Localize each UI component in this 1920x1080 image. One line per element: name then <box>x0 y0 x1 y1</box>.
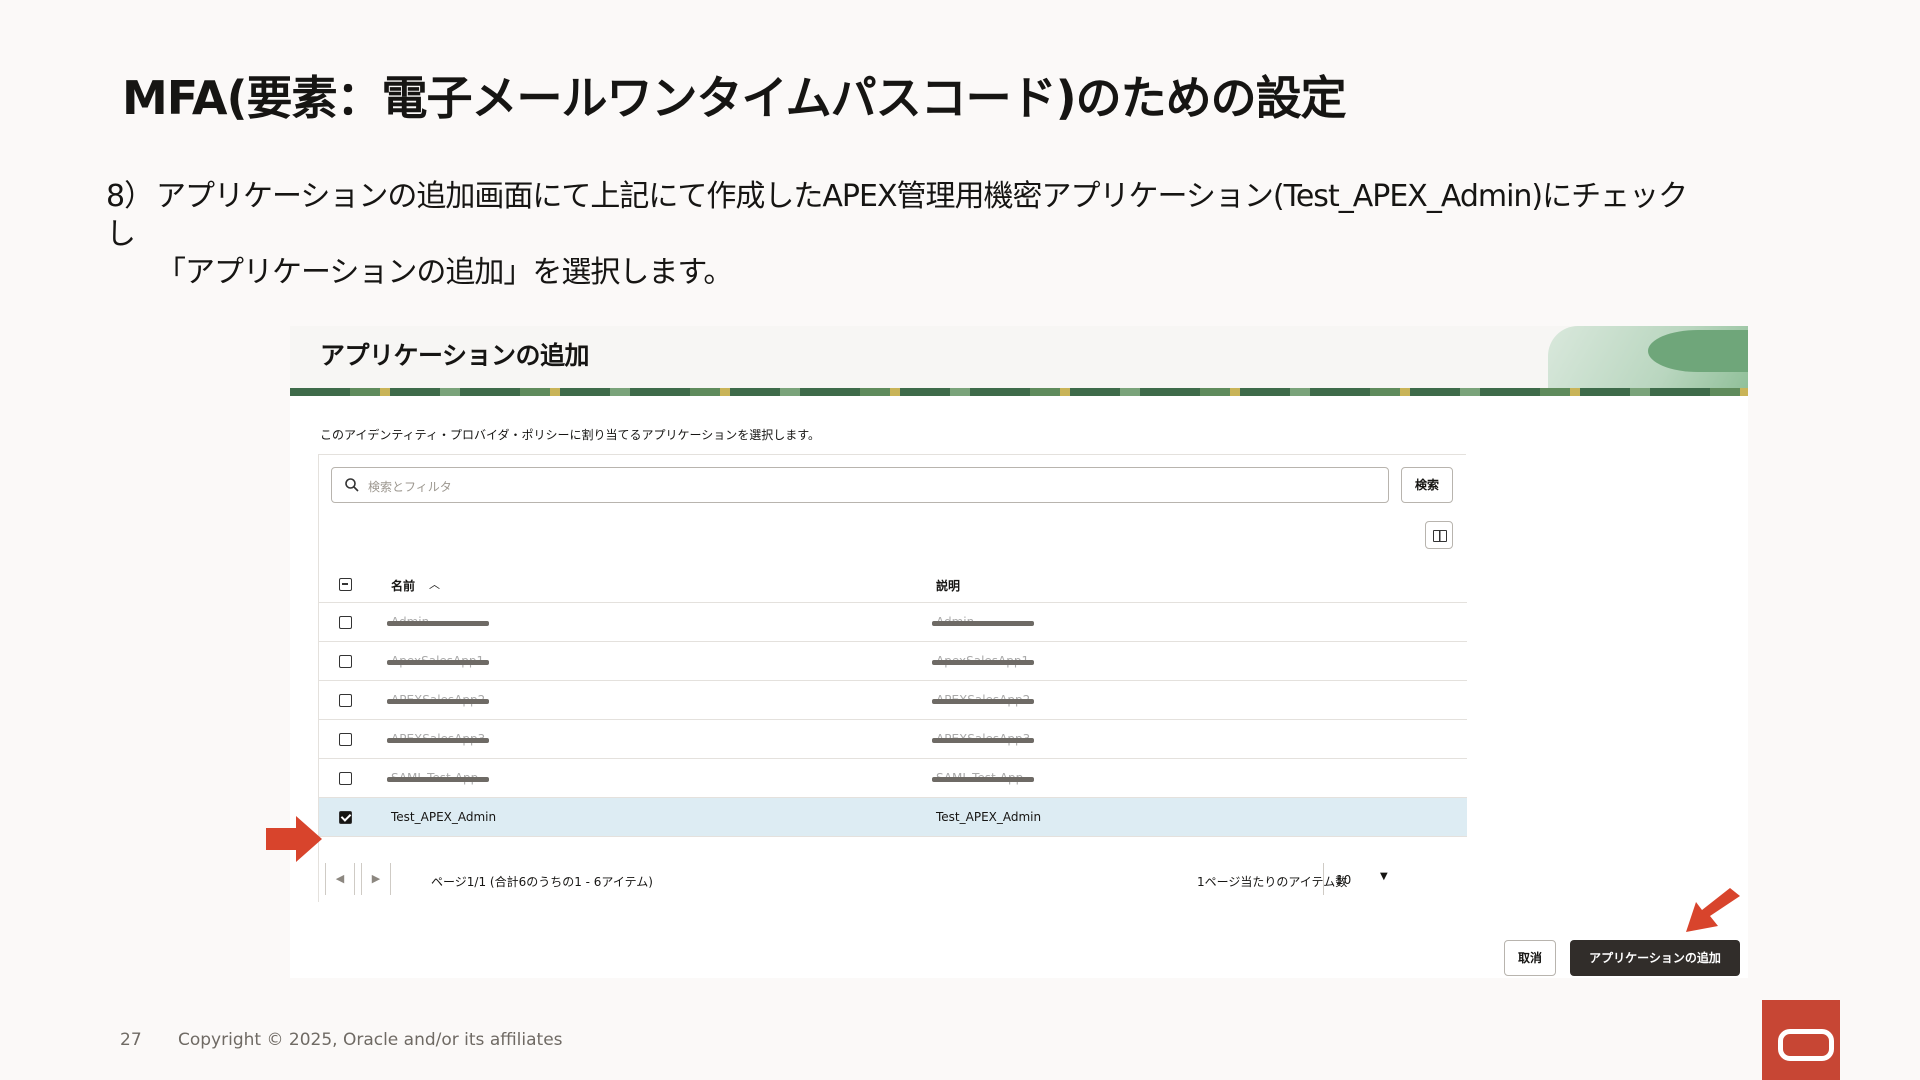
table-row[interactable]: APEXSalesApp2 APEXSalesApp2 <box>319 681 1467 720</box>
items-per-page-value: 10 <box>1336 873 1352 887</box>
application-table: 名前 ︿ 説明 Admin Admin ApexSalesApp1 ApexSales… <box>319 565 1467 837</box>
arrow-right-icon <box>266 816 322 862</box>
prev-page-button[interactable]: ◀ <box>325 863 355 895</box>
table-row[interactable]: Admin Admin <box>319 603 1467 642</box>
cell-name: APEXSalesApp2 <box>386 693 490 707</box>
dialog-intro: このアイデンティティ・プロバイダ・ポリシーに割り当てるアプリケーションを選択しま… <box>320 428 821 442</box>
sort-ascending-icon[interactable]: ︿ <box>429 576 440 592</box>
cancel-button[interactable]: 取消 <box>1504 940 1556 976</box>
search-button[interactable]: 検索 <box>1401 467 1453 503</box>
row-checkbox[interactable] <box>339 733 352 746</box>
row-checkbox[interactable] <box>339 772 352 785</box>
step-instruction: 8）アプリケーションの追加画面にて上記にて作成したAPEX管理用機密アプリケーシ… <box>106 178 1706 292</box>
column-header-description: 説明 <box>936 579 961 593</box>
search-input[interactable]: 検索とフィルタ <box>331 467 1389 503</box>
cell-description: Test_APEX_Admin <box>936 810 1042 824</box>
header-decoration <box>1548 326 1748 394</box>
step-line-1: アプリケーションの追加画面にて上記にて作成したAPEX管理用機密アプリケーション… <box>106 179 1688 252</box>
decoration-shape <box>1648 330 1748 372</box>
step-line-2: 「アプリケーションの追加」を選択します。 <box>156 255 733 290</box>
page-info: ページ1/1 (合計6のうちの1 - 6アイテム) <box>431 875 653 889</box>
cell-description: SAML-Test-App <box>931 771 1035 785</box>
row-checkbox[interactable] <box>339 616 352 629</box>
column-header-name[interactable]: 名前 <box>391 577 415 594</box>
copyright-text: Copyright © 2025, Oracle and/or its affi… <box>178 1030 563 1050</box>
table-body: Admin Admin ApexSalesApp1 ApexSalesApp1 APEX… <box>319 603 1467 837</box>
header-banner <box>290 388 1748 396</box>
page-number: 27 <box>120 1030 142 1050</box>
row-checkbox[interactable] <box>339 655 352 668</box>
table-header: 名前 ︿ 説明 <box>319 565 1467 603</box>
cell-name: SAML-Test-App <box>386 771 490 785</box>
select-all-checkbox[interactable] <box>339 578 352 591</box>
cell-name: Admin <box>386 615 490 629</box>
cell-name: Test_APEX_Admin <box>391 810 497 824</box>
cell-description: APEXSalesApp3 <box>931 732 1035 746</box>
arrow-down-left-icon <box>1686 888 1740 932</box>
table-row[interactable]: ApexSalesApp1 ApexSalesApp1 <box>319 642 1467 681</box>
items-per-page-select[interactable]: 10 ▼ <box>1323 863 1403 895</box>
table-row[interactable]: APEXSalesApp3 APEXSalesApp3 <box>319 720 1467 759</box>
next-page-button[interactable]: ▶ <box>361 863 391 895</box>
row-checkbox[interactable] <box>339 811 352 824</box>
search-placeholder: 検索とフィルタ <box>368 480 452 494</box>
step-number: 8） <box>106 179 154 214</box>
table-row[interactable]: SAML-Test-App SAML-Test-App <box>319 759 1467 798</box>
dialog-title: アプリケーションの追加 <box>320 341 590 370</box>
screenshot-panel: アプリケーションの追加 このアイデンティティ・プロバイダ・ポリシーに割り当てるア… <box>290 326 1748 978</box>
cell-name: APEXSalesApp3 <box>386 732 490 746</box>
dialog-header: アプリケーションの追加 <box>290 326 1748 394</box>
cell-description: APEXSalesApp2 <box>931 693 1035 707</box>
slide-title: MFA(要素：電子メールワンタイムパスコード)のための設定 <box>122 71 1347 125</box>
pagination-bar: ◀ ▶ ページ1/1 (合計6のうちの1 - 6アイテム) 1ページ当たりのアイ… <box>319 855 1467 903</box>
row-checkbox[interactable] <box>339 694 352 707</box>
table-row[interactable]: Test_APEX_Admin Test_APEX_Admin <box>319 798 1467 837</box>
add-application-button[interactable]: アプリケーションの追加 <box>1570 940 1740 976</box>
column-selector-icon[interactable] <box>1425 521 1453 549</box>
cell-description: ApexSalesApp1 <box>931 654 1035 668</box>
application-list-card: 検索とフィルタ 検索 名前 ︿ 説明 Admin Admin ApexSalesAp… <box>318 454 1467 903</box>
oracle-logo <box>1762 1000 1840 1080</box>
cell-description: Admin <box>931 615 1035 629</box>
chevron-down-icon: ▼ <box>1380 871 1388 882</box>
search-icon <box>345 478 359 492</box>
cell-name: ApexSalesApp1 <box>386 654 490 668</box>
